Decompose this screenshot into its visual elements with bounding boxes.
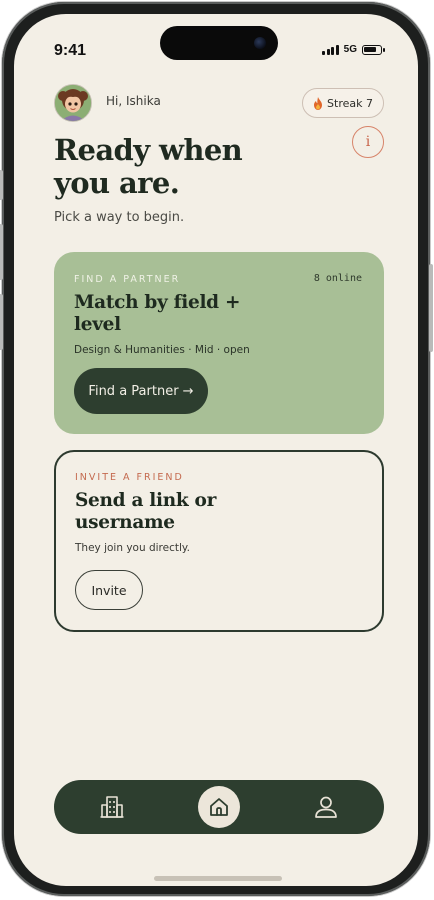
find-partner-title: Match by field + level (74, 292, 241, 335)
app-screen: 9:41 5G Hi, Ishika Streak 7 i Ready when… (14, 14, 418, 886)
tab-buildings[interactable] (82, 780, 142, 834)
person-icon (315, 796, 337, 818)
info-icon: i (365, 134, 371, 150)
invite-overline: INVITE A FRIEND (75, 472, 184, 483)
signal-icon (322, 44, 339, 55)
streak-label: Streak 7 (327, 96, 373, 110)
avatar[interactable] (54, 84, 92, 122)
buildings-icon (100, 796, 124, 818)
tab-profile[interactable] (296, 780, 356, 834)
invite-meta: They join you directly. (75, 542, 190, 554)
streak-badge[interactable]: Streak 7 (302, 88, 384, 118)
volume-down-button (0, 294, 3, 350)
find-partner-overline: FIND A PARTNER (74, 274, 181, 285)
silent-switch (0, 170, 3, 200)
tab-home-active-indicator (198, 786, 240, 828)
tab-home[interactable] (189, 780, 249, 834)
home-icon (210, 798, 228, 816)
phone-frame: 9:41 5G Hi, Ishika Streak 7 i Ready when… (0, 2, 433, 896)
find-partner-button-label: Find a Partner → (88, 383, 194, 399)
home-indicator (154, 876, 282, 881)
dynamic-island (160, 26, 278, 60)
find-partner-card: FIND A PARTNER 8 online Match by field +… (54, 252, 384, 434)
online-count: 8 online (313, 273, 362, 284)
volume-up-button (0, 224, 3, 280)
status-indicators: 5G (322, 44, 385, 55)
flame-icon (313, 96, 323, 110)
invite-friend-card: INVITE A FRIEND Send a link or username … (54, 450, 384, 632)
page-subtitle: Pick a way to begin. (54, 210, 185, 225)
page-title: Ready when you are. (54, 133, 243, 200)
invite-title: Send a link or username (75, 490, 217, 533)
find-partner-button[interactable]: Find a Partner → (74, 368, 208, 414)
find-partner-meta: Design & Humanities · Mid · open (74, 344, 250, 356)
battery-icon (362, 44, 385, 55)
tab-bar (54, 780, 384, 834)
network-label: 5G (343, 44, 357, 55)
invite-button[interactable]: Invite (75, 570, 143, 610)
status-time: 9:41 (54, 42, 87, 59)
camera-icon (254, 37, 266, 49)
avatar-image (55, 85, 91, 121)
info-button[interactable]: i (352, 126, 384, 158)
power-button (429, 264, 433, 352)
greeting-text: Hi, Ishika (106, 94, 161, 108)
